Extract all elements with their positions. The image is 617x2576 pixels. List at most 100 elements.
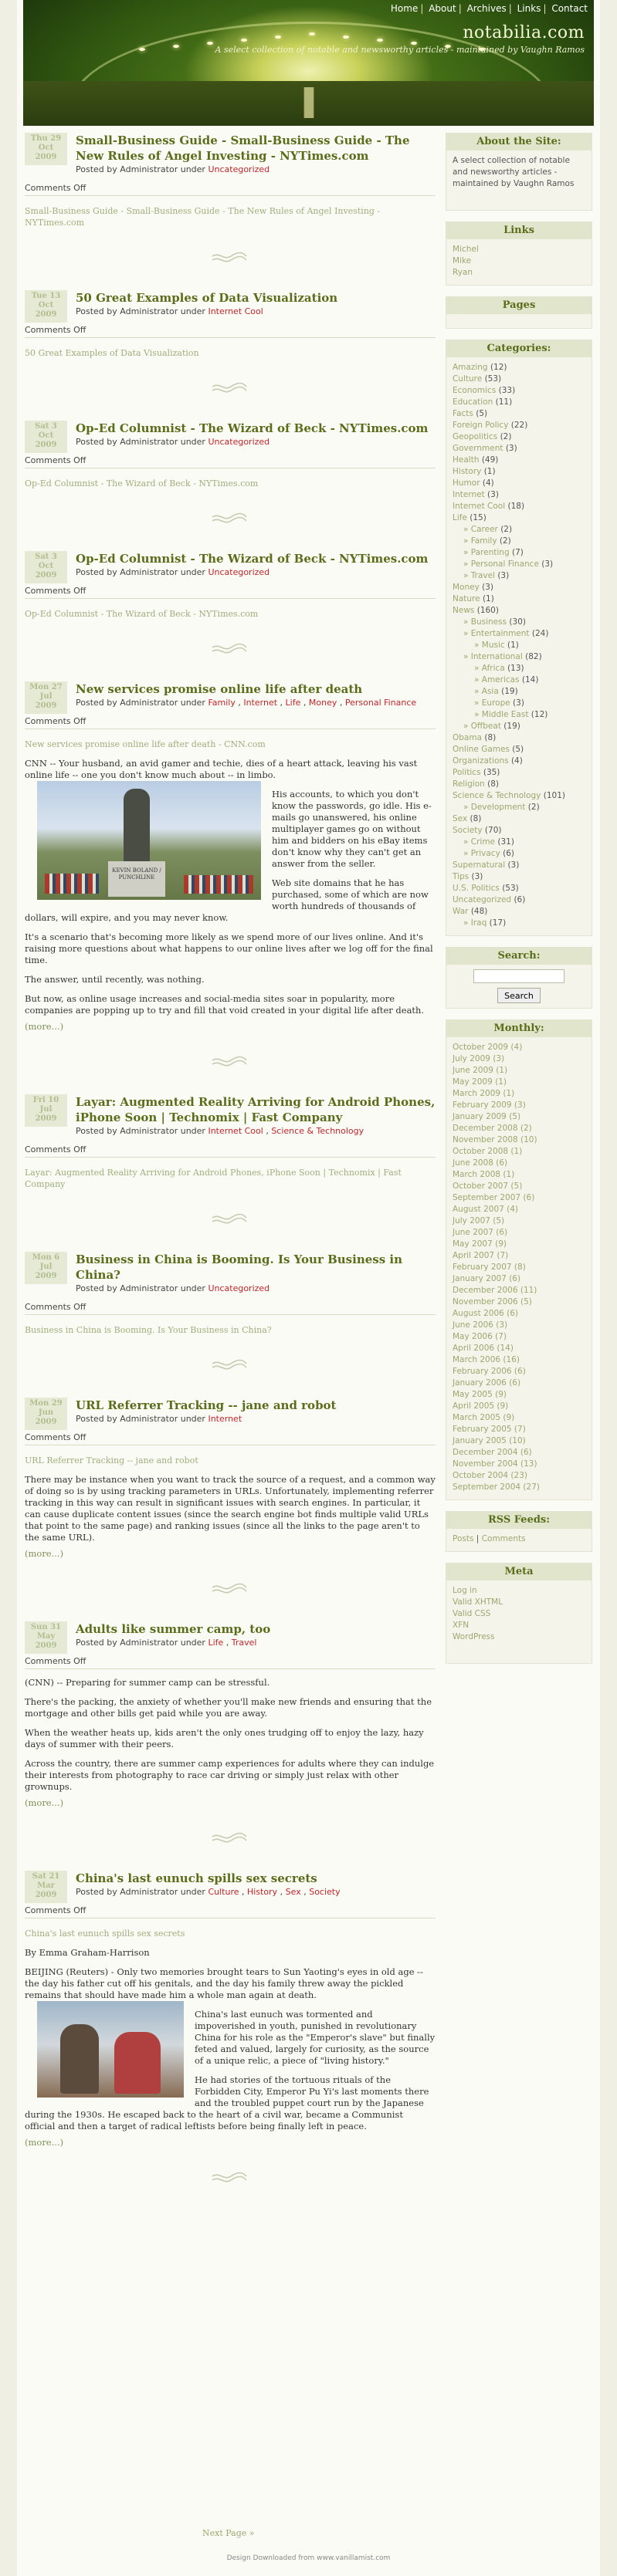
archive-month-link[interactable]: August 2006 (6): [453, 1309, 518, 1318]
category-item[interactable]: » International (82): [453, 651, 585, 663]
category-item[interactable]: War (48): [453, 906, 585, 918]
category-link[interactable]: Internet Cool: [208, 1126, 263, 1136]
post-title[interactable]: Adults like summer camp, too: [76, 1621, 436, 1637]
category-item[interactable]: » Europe (3): [453, 698, 585, 709]
category-item[interactable]: » Privacy (6): [453, 848, 585, 860]
archive-month-item[interactable]: June 2008 (6): [453, 1158, 585, 1169]
archive-month-item[interactable]: June 2007 (6): [453, 1227, 585, 1239]
category-item[interactable]: » Personal Finance (3): [453, 559, 585, 570]
category-name[interactable]: News: [453, 606, 474, 615]
nav-contact[interactable]: Contact: [551, 3, 588, 14]
category-link[interactable]: Uncategorized: [208, 1283, 270, 1293]
category-name[interactable]: Facts: [453, 409, 473, 418]
category-link[interactable]: Life: [286, 698, 301, 708]
source-link[interactable]: Business in China is Booming. Is Your Bu…: [25, 1324, 436, 1336]
category-name[interactable]: International: [471, 652, 523, 661]
archive-month-link[interactable]: November 2008 (10): [453, 1135, 537, 1144]
source-link[interactable]: 50 Great Examples of Data Visualization: [25, 347, 436, 359]
archive-month-link[interactable]: September 2007 (6): [453, 1193, 534, 1202]
category-item[interactable]: » Music (1): [453, 640, 585, 651]
link-item-label[interactable]: Mike: [453, 256, 471, 265]
category-name[interactable]: Nature: [453, 594, 480, 603]
source-link[interactable]: URL Referrer Tracking -- jane and robot: [25, 1455, 436, 1466]
archive-month-link[interactable]: March 2006 (16): [453, 1355, 520, 1364]
more-link[interactable]: (more...): [25, 1021, 436, 1033]
archive-month-link[interactable]: March 2005 (9): [453, 1413, 514, 1422]
link-item[interactable]: Michel: [453, 244, 585, 255]
category-item[interactable]: Government (3): [453, 443, 585, 455]
archive-month-link[interactable]: January 2009 (5): [453, 1112, 520, 1121]
archive-month-link[interactable]: June 2008 (6): [453, 1158, 507, 1168]
category-link[interactable]: Culture: [208, 1887, 239, 1897]
archive-month-item[interactable]: October 2009 (4): [453, 1042, 585, 1053]
archive-month-item[interactable]: November 2008 (10): [453, 1134, 585, 1146]
archive-month-link[interactable]: December 2006 (11): [453, 1286, 537, 1295]
category-item[interactable]: Nature (1): [453, 593, 585, 605]
category-name[interactable]: Sex: [453, 814, 467, 823]
category-item[interactable]: Online Games (5): [453, 744, 585, 756]
category-name[interactable]: Parenting: [471, 548, 510, 557]
category-name[interactable]: Privacy: [471, 849, 500, 858]
post-title[interactable]: URL Referrer Tracking -- jane and robot: [76, 1398, 436, 1413]
post-title[interactable]: Op-Ed Columnist - The Wizard of Beck - N…: [76, 421, 436, 436]
source-link[interactable]: China's last eunuch spills sex secrets: [25, 1928, 436, 1939]
archive-month-item[interactable]: November 2004 (13): [453, 1459, 585, 1470]
archive-month-item[interactable]: December 2008 (2): [453, 1123, 585, 1134]
category-name[interactable]: Government: [453, 444, 503, 453]
category-name[interactable]: Humor: [453, 478, 480, 488]
category-name[interactable]: Middle East: [482, 710, 529, 719]
category-link[interactable]: Internet: [243, 698, 277, 708]
archive-month-link[interactable]: May 2009 (1): [453, 1077, 507, 1087]
category-item[interactable]: Foreign Policy (22): [453, 420, 585, 431]
category-item[interactable]: Humor (4): [453, 478, 585, 489]
archive-month-link[interactable]: May 2007 (9): [453, 1239, 507, 1249]
category-item[interactable]: » Development (2): [453, 802, 585, 813]
archive-month-link[interactable]: June 2007 (6): [453, 1228, 507, 1237]
category-item[interactable]: » Americas (14): [453, 674, 585, 686]
post-title[interactable]: New services promise online life after d…: [76, 681, 436, 697]
category-item[interactable]: News (160): [453, 605, 585, 617]
archive-month-link[interactable]: May 2005 (9): [453, 1390, 507, 1399]
category-name[interactable]: Business: [471, 617, 507, 627]
category-item[interactable]: Health (49): [453, 455, 585, 466]
archive-month-item[interactable]: March 2008 (1): [453, 1169, 585, 1181]
category-item[interactable]: » Asia (19): [453, 686, 585, 698]
link-item-label[interactable]: Ryan: [453, 268, 473, 277]
category-name[interactable]: Career: [471, 525, 498, 534]
archive-month-item[interactable]: May 2007 (9): [453, 1239, 585, 1250]
archive-month-link[interactable]: November 2004 (13): [453, 1459, 537, 1469]
category-item[interactable]: » Africa (13): [453, 663, 585, 674]
category-link[interactable]: Family: [208, 698, 235, 708]
category-item[interactable]: Religion (8): [453, 779, 585, 790]
meta-link[interactable]: WordPress: [453, 1632, 495, 1641]
category-link[interactable]: Internet Cool: [208, 306, 263, 316]
category-name[interactable]: Music: [482, 641, 505, 650]
archive-month-link[interactable]: November 2006 (5): [453, 1297, 532, 1307]
category-link[interactable]: Uncategorized: [208, 437, 270, 447]
category-name[interactable]: Health: [453, 455, 479, 465]
archive-month-item[interactable]: February 2006 (6): [453, 1366, 585, 1378]
archive-month-item[interactable]: February 2007 (8): [453, 1262, 585, 1273]
category-name[interactable]: Entertainment: [471, 629, 530, 638]
category-name[interactable]: Economics: [453, 386, 496, 395]
archive-month-link[interactable]: July 2009 (3): [453, 1054, 504, 1063]
category-link[interactable]: History: [247, 1887, 277, 1897]
category-name[interactable]: Geopolitics: [453, 432, 497, 441]
meta-item[interactable]: Valid XHTML: [453, 1597, 585, 1608]
category-link[interactable]: Life: [208, 1638, 223, 1648]
category-name[interactable]: Africa: [482, 664, 505, 673]
category-name[interactable]: Travel: [471, 571, 495, 580]
archive-month-link[interactable]: March 2009 (1): [453, 1089, 514, 1098]
archive-month-item[interactable]: January 2005 (10): [453, 1435, 585, 1447]
link-item[interactable]: Ryan: [453, 267, 585, 279]
archive-month-item[interactable]: July 2007 (5): [453, 1215, 585, 1227]
source-link[interactable]: Op-Ed Columnist - The Wizard of Beck - N…: [25, 478, 436, 489]
archive-month-link[interactable]: April 2007 (7): [453, 1251, 508, 1260]
category-item[interactable]: Science & Technology (101): [453, 790, 585, 802]
post-title[interactable]: Layar: Augmented Reality Arriving for An…: [76, 1094, 436, 1125]
archive-month-item[interactable]: October 2004 (23): [453, 1470, 585, 1482]
archive-month-link[interactable]: March 2008 (1): [453, 1170, 514, 1179]
category-name[interactable]: Iraq: [471, 918, 487, 928]
link-item-label[interactable]: Michel: [453, 245, 479, 254]
archive-month-link[interactable]: January 2005 (10): [453, 1436, 526, 1445]
